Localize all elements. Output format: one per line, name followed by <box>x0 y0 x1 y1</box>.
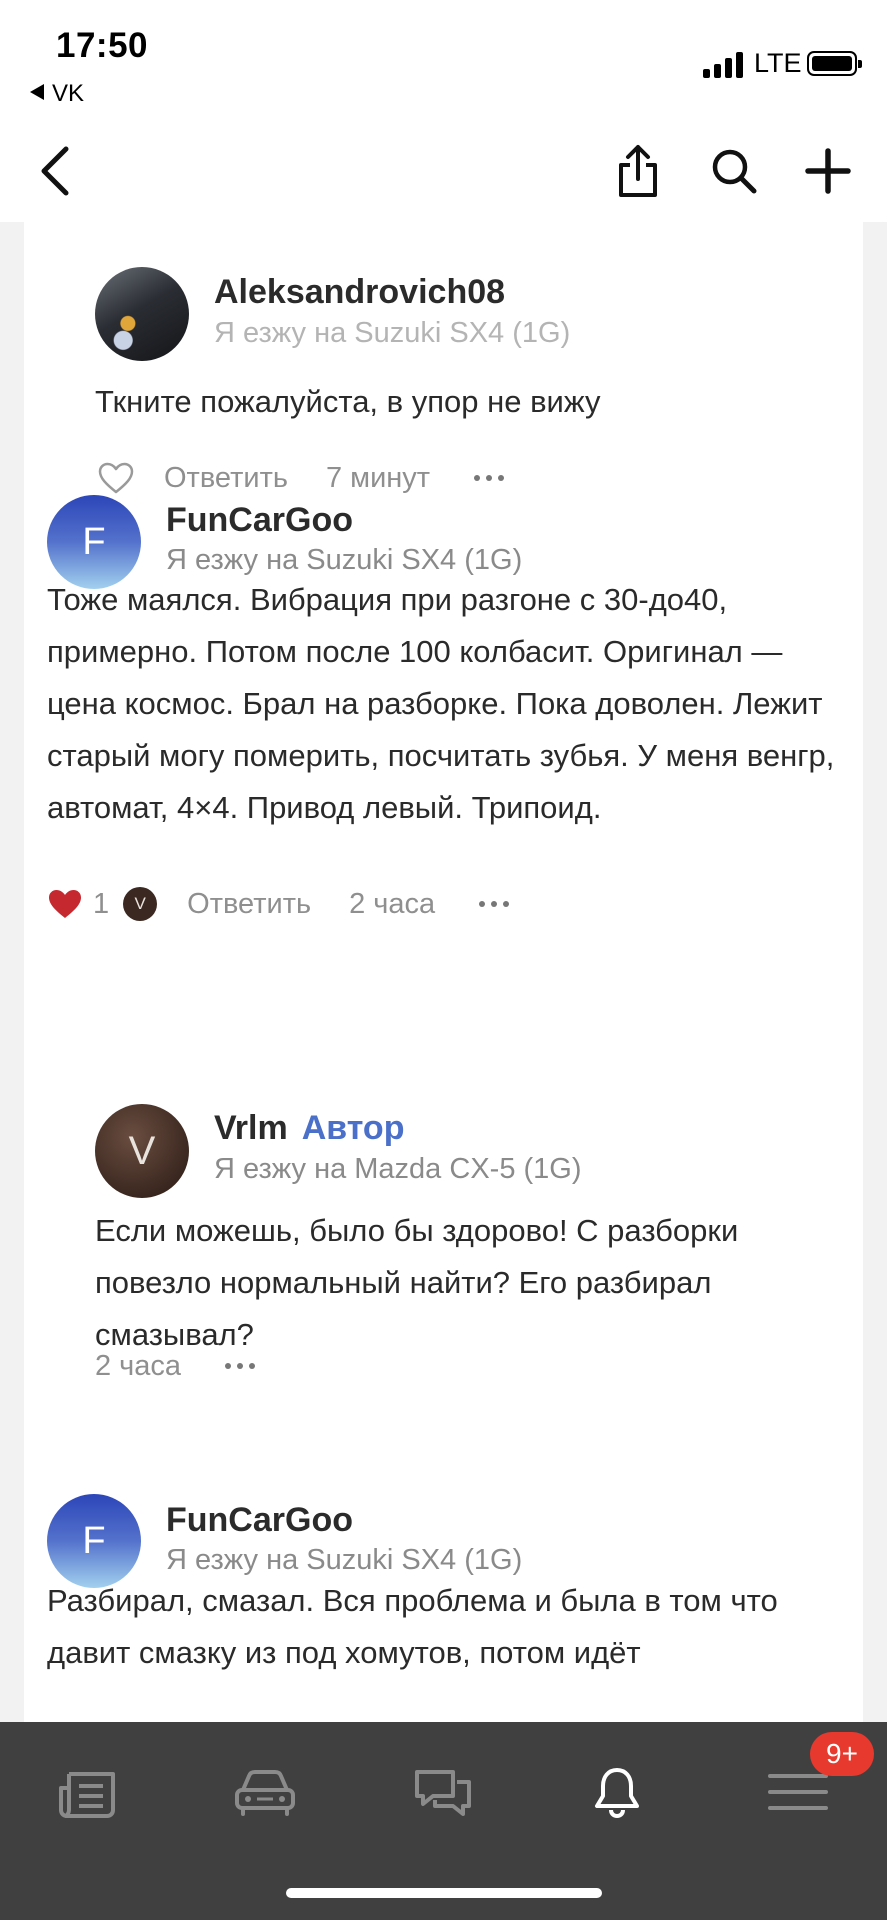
comment-username[interactable]: FunCarGoo <box>166 502 353 538</box>
comments-thread: Aleksandrovich08 Я езжу на Suzuki SX4 (1… <box>24 222 863 1722</box>
back-triangle-icon <box>30 84 44 100</box>
avatar-letter: V <box>128 1128 156 1173</box>
search-icon <box>712 149 757 194</box>
menu-icon <box>768 1774 828 1810</box>
avatar-letter: F <box>82 520 106 563</box>
battery-icon <box>807 51 862 76</box>
notification-badge: 9+ <box>810 1732 874 1776</box>
comment-text: Разбирал, смазал. Вся проблема и была в … <box>47 1583 778 1670</box>
author-badge: Автор <box>301 1109 405 1147</box>
share-icon <box>619 145 657 197</box>
more-options-icon[interactable] <box>479 901 510 907</box>
bell-icon <box>595 1768 639 1819</box>
comment-car[interactable]: Я езжу на Suzuki SX4 (1G) <box>166 1544 522 1577</box>
comment-text: Тоже маялся. Вибрация при разгоне с 30-д… <box>47 582 835 825</box>
tab-garage[interactable] <box>215 1752 315 1832</box>
comment-item: F FunCarGoo Я езжу на Suzuki SX4 (1G) То… <box>24 482 863 1022</box>
back-button[interactable] <box>14 120 94 222</box>
network-label: LTE <box>754 48 802 78</box>
liker-avatar[interactable]: V <box>123 887 158 921</box>
comment-car[interactable]: Я езжу на Suzuki SX4 (1G) <box>214 317 570 350</box>
comment-username[interactable]: Vrlm Автор <box>214 1110 404 1146</box>
back-app-label: VK <box>52 80 85 107</box>
comment-car[interactable]: Я езжу на Suzuki SX4 (1G) <box>166 544 522 577</box>
chat-bubbles-icon <box>415 1770 471 1816</box>
signal-icon <box>703 50 745 78</box>
like-count[interactable]: 1 <box>93 888 109 921</box>
more-options-icon[interactable] <box>225 1363 256 1369</box>
nav-bar <box>0 120 887 222</box>
share-button[interactable] <box>598 120 678 222</box>
search-button[interactable] <box>694 120 774 222</box>
tab-feed[interactable] <box>38 1752 138 1832</box>
avatar[interactable]: F <box>47 1494 141 1588</box>
comment-time: 2 часа <box>95 1349 182 1382</box>
comment-car[interactable]: Я езжу на Mazda CX-5 (1G) <box>214 1153 582 1186</box>
comment-actions: 1 V Ответить 2 часа <box>47 884 510 924</box>
add-button[interactable] <box>788 120 868 222</box>
heart-filled-icon[interactable] <box>47 888 83 920</box>
avatar-letter: F <box>82 1519 106 1562</box>
comment-item: V Vrlm Автор Я езжу на Mazda CX-5 (1G) Ес… <box>24 1022 863 1392</box>
comment-item: Aleksandrovich08 Я езжу на Suzuki SX4 (1… <box>24 222 863 494</box>
status-bar: 17:50 VK LTE <box>0 0 887 120</box>
car-icon <box>235 1770 295 1816</box>
tab-notifications[interactable] <box>567 1752 667 1832</box>
avatar[interactable] <box>95 267 189 361</box>
home-indicator[interactable] <box>286 1888 602 1898</box>
comment-username[interactable]: FunCarGoo <box>166 1502 353 1538</box>
avatar[interactable]: V <box>95 1104 189 1198</box>
comment-text: Если можешь, было бы здорово! С разборки… <box>95 1213 739 1352</box>
chevron-left-icon <box>41 146 69 196</box>
back-to-app-link[interactable]: VK <box>30 80 84 108</box>
comment-item: F FunCarGoo Я езжу на Suzuki SX4 (1G) Ра… <box>24 1392 863 1722</box>
comment-time: 2 часа <box>349 887 436 920</box>
comment-username[interactable]: Aleksandrovich08 <box>214 274 505 310</box>
more-options-icon[interactable] <box>474 475 505 481</box>
status-time: 17:50 <box>56 26 149 65</box>
comment-actions: 2 часа <box>95 1346 256 1386</box>
comment-text: Ткните пожалуйста, в упор не вижу <box>95 384 601 419</box>
reply-button[interactable]: Ответить <box>187 888 311 921</box>
comment-username-text: Vrlm <box>214 1109 288 1147</box>
feed-icon <box>59 1772 115 1818</box>
tab-messages[interactable] <box>393 1752 493 1832</box>
plus-icon <box>805 148 851 194</box>
